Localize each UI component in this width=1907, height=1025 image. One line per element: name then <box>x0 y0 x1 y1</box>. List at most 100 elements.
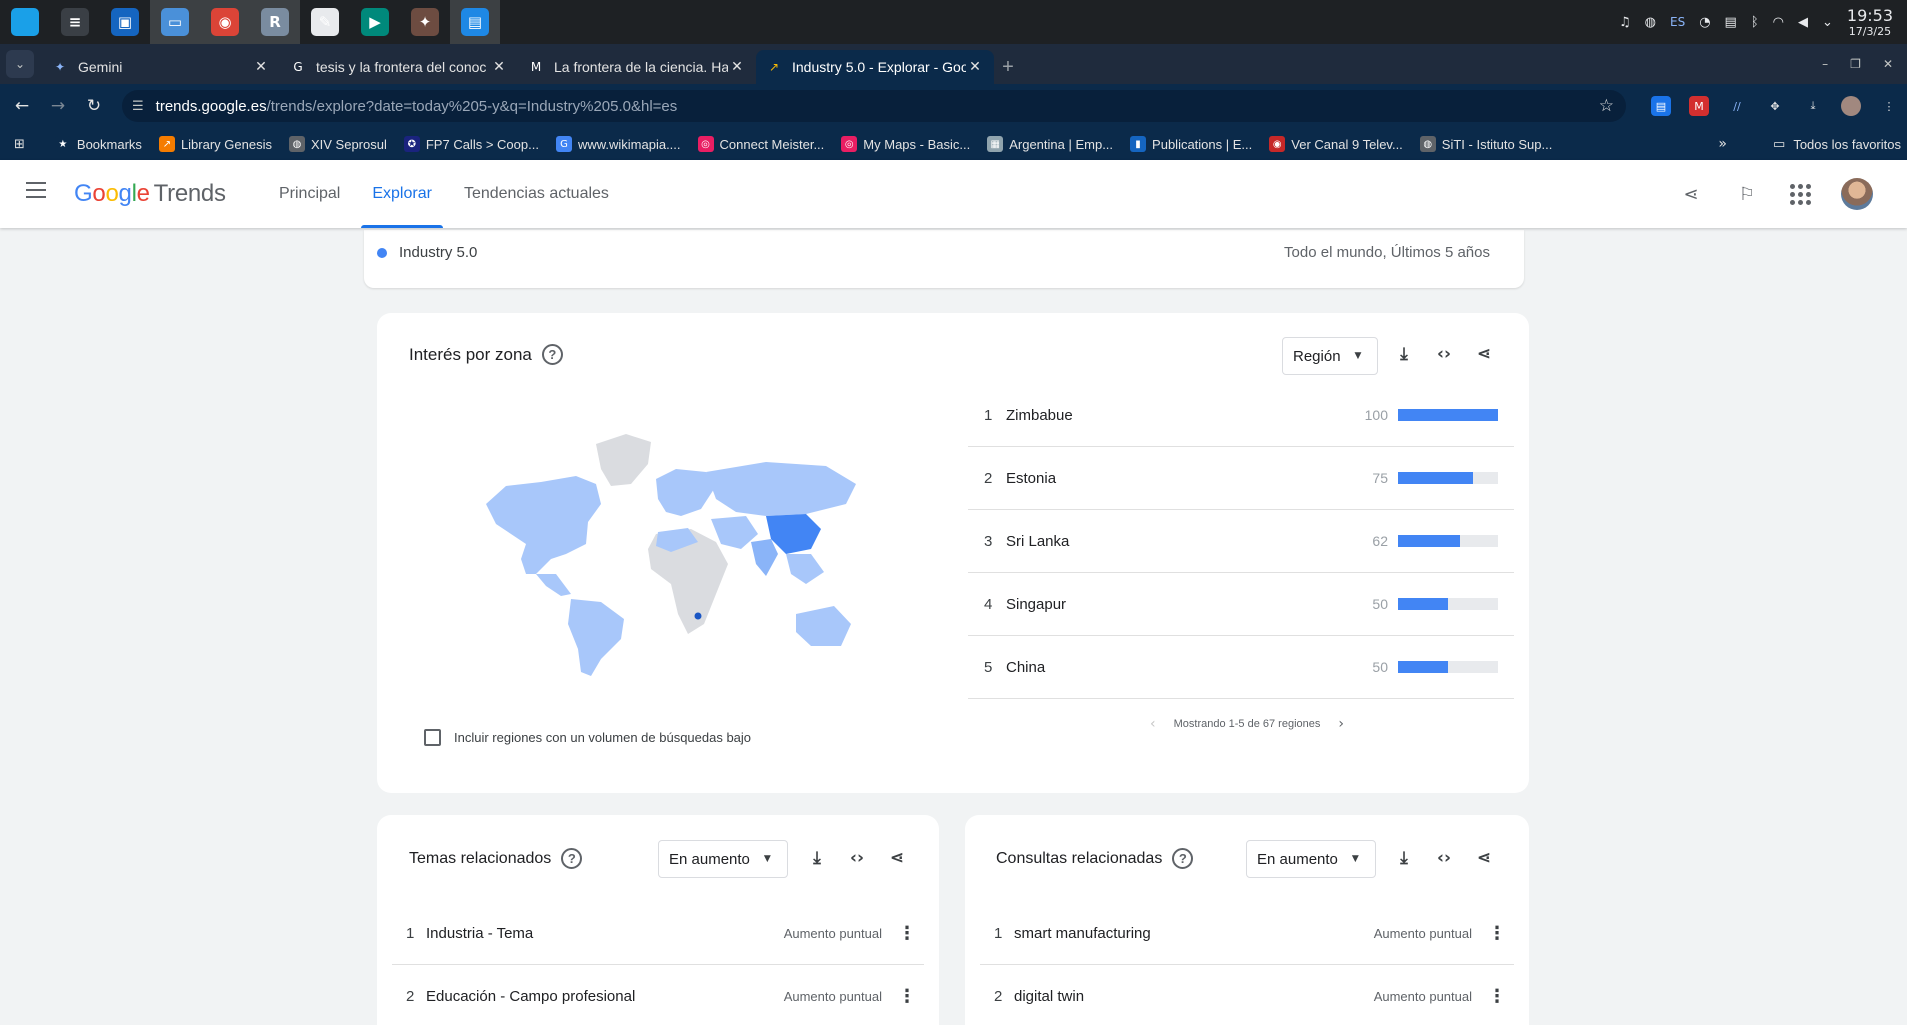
notification-icon[interactable]: ♫ <box>1619 15 1631 30</box>
browser-tab[interactable]: ✦ Gemini ✕ <box>42 50 280 84</box>
reload-button[interactable]: ↻ <box>76 96 112 116</box>
browser-tab[interactable]: Gtesis y la frontera del conoc ✕ <box>280 50 518 84</box>
close-tab-icon[interactable]: ✕ <box>966 59 984 75</box>
more-bookmarks-icon[interactable]: » <box>1718 128 1727 160</box>
meet-launcher[interactable]: ▶ <box>350 0 400 44</box>
embed-icon[interactable]: ‹› <box>1433 848 1455 868</box>
bookmark-item[interactable]: ◎ My Maps - Basic... <box>841 136 970 152</box>
wifi-icon[interactable]: ◠ <box>1773 15 1784 30</box>
share-icon[interactable]: ⋖ <box>1473 344 1495 364</box>
map-india[interactable] <box>751 539 778 576</box>
google-trends-logo[interactable]: Google Trends <box>74 180 226 208</box>
main-menu-icon[interactable] <box>26 182 46 203</box>
bookmark-item[interactable]: ◎ Connect Meister... <box>697 136 824 152</box>
close-tab-icon[interactable]: ✕ <box>728 59 746 75</box>
panel-settings-launcher[interactable]: ≡ <box>50 0 100 44</box>
related-topic-row[interactable]: 1 Industria - Tema Aumento puntual ⋮ <box>392 902 924 965</box>
account-avatar[interactable] <box>1841 178 1873 210</box>
browser-menu-icon[interactable]: ⋮ <box>1879 96 1899 116</box>
files-launcher[interactable]: ▭ <box>150 0 200 44</box>
editor-launcher[interactable]: ✎ <box>300 0 350 44</box>
google-apps-icon[interactable] <box>1790 183 1811 205</box>
more-options-icon[interactable]: ⋮ <box>1488 923 1506 944</box>
map-north-america[interactable] <box>486 476 601 574</box>
close-tab-icon[interactable]: ✕ <box>490 59 508 75</box>
close-window-icon[interactable]: ✕ <box>1883 57 1893 71</box>
browser-tab[interactable]: ↗ Industry 5.0 - Explorar - Goo ✕ <box>756 50 994 84</box>
help-icon[interactable]: ? <box>541 344 563 365</box>
address-bar[interactable]: ☰ trends.google.es/trends/explore?date=t… <box>122 90 1626 122</box>
bookmark-item[interactable]: ↗ Library Genesis <box>158 136 272 152</box>
region-dropdown[interactable]: Región ▼ <box>1282 337 1378 375</box>
embed-icon[interactable]: ‹› <box>1433 344 1455 364</box>
embed-icon[interactable]: ‹› <box>846 848 868 868</box>
map-zimbabwe[interactable] <box>694 612 702 620</box>
search-term[interactable]: Industry 5.0 <box>399 244 477 261</box>
related-topics-dropdown[interactable]: En aumento ▼ <box>658 840 788 878</box>
all-bookmarks-button[interactable]: ▭ Todos los favoritos <box>1773 128 1907 160</box>
next-page-icon[interactable]: › <box>1338 716 1344 732</box>
related-queries-dropdown[interactable]: En aumento ▼ <box>1246 840 1376 878</box>
back-button[interactable]: ← <box>4 96 40 116</box>
bookmark-item[interactable]: ◍ XIV Seprosul <box>288 136 387 152</box>
related-topic-row[interactable]: 2 Educación - Campo profesional Aumento pu… <box>392 965 924 1025</box>
tab-principal[interactable]: Principal <box>268 160 351 228</box>
bookmark-star-icon[interactable]: ☆ <box>1599 96 1614 116</box>
forward-button[interactable]: → <box>40 96 76 116</box>
tab-tendencias-actuales[interactable]: Tendencias actuales <box>453 160 620 228</box>
new-tab-button[interactable]: + <box>994 50 1022 84</box>
low-volume-checkbox[interactable]: Incluir regiones con un volumen de búsqu… <box>424 729 751 746</box>
apple-launcher[interactable] <box>0 0 50 44</box>
related-query-row[interactable]: 1 smart manufacturing Aumento puntual ⋮ <box>980 902 1514 965</box>
maximize-icon[interactable]: ❐ <box>1850 57 1861 71</box>
region-row[interactable]: 3 Sri Lanka 62 <box>968 510 1514 573</box>
docs-extension-icon[interactable]: ▤ <box>1651 96 1671 116</box>
map-russia[interactable] <box>706 462 856 516</box>
region-row[interactable]: 5 China 50 <box>968 636 1514 699</box>
more-options-icon[interactable]: ⋮ <box>898 923 916 944</box>
bookmark-item[interactable]: ◍ SiTI - Istituto Sup... <box>1419 136 1552 152</box>
tab-explorar[interactable]: Explorar <box>361 160 443 228</box>
downloads-icon[interactable]: ⤓ <box>1803 96 1823 116</box>
volume-icon[interactable]: ◀ <box>1798 15 1808 30</box>
bookmark-item[interactable]: Gwww.wikimapia.... <box>555 136 681 152</box>
browser-tab[interactable]: M La frontera de la ciencia. Ha ✕ <box>518 50 756 84</box>
apps-grid-icon[interactable]: ⊞ <box>14 137 25 152</box>
bookmark-item[interactable]: ▮ Publications | E... <box>1130 136 1252 152</box>
site-info-icon[interactable]: ☰ <box>132 99 144 114</box>
map-central-america[interactable] <box>536 574 571 596</box>
map-europe[interactable] <box>656 469 714 516</box>
clock[interactable]: 19:53 17/3/25 <box>1847 6 1893 38</box>
prev-page-icon[interactable]: ‹ <box>1150 716 1156 732</box>
more-options-icon[interactable]: ⋮ <box>1488 986 1506 1007</box>
vpn-icon[interactable]: ◍ <box>1645 15 1656 30</box>
extensions-puzzle-icon[interactable]: ✥ <box>1765 96 1785 116</box>
gimp-launcher[interactable]: ✦ <box>400 0 450 44</box>
profile-avatar[interactable] <box>1841 96 1861 116</box>
map-southeast-asia[interactable] <box>786 554 824 584</box>
help-icon[interactable]: ? <box>561 848 583 869</box>
tab-search-button[interactable]: ⌄ <box>6 50 34 78</box>
map-greenland[interactable] <box>596 434 651 486</box>
tray-expand-icon[interactable]: ⌄ <box>1822 15 1833 30</box>
store-launcher[interactable]: ▣ <box>100 0 150 44</box>
map-south-america[interactable] <box>568 599 624 676</box>
chrome-launcher[interactable]: ◉ <box>200 0 250 44</box>
download-icon[interactable]: ⤓ <box>806 848 828 868</box>
bookmark-item[interactable]: ◉ Ver Canal 9 Telev... <box>1269 136 1403 152</box>
world-map[interactable] <box>466 424 866 676</box>
related-query-row[interactable]: 2 digital twin Aumento puntual ⋮ <box>980 965 1514 1025</box>
share-icon[interactable]: ⋖ <box>1678 184 1704 205</box>
close-tab-icon[interactable]: ✕ <box>252 59 270 75</box>
checkbox-box[interactable] <box>424 729 441 746</box>
share-icon[interactable]: ⋖ <box>886 848 908 868</box>
region-row[interactable]: 1 Zimbabue 100 <box>968 384 1514 447</box>
region-row[interactable]: 4 Singapur 50 <box>968 573 1514 636</box>
map-middle-east[interactable] <box>711 516 758 549</box>
share-icon[interactable]: ⋖ <box>1473 848 1495 868</box>
map-australia[interactable] <box>796 606 851 646</box>
bookmark-item[interactable]: ★ Bookmarks <box>54 136 142 152</box>
r-launcher[interactable]: R <box>250 0 300 44</box>
analytics-extension-icon[interactable]: ∕∕ <box>1727 96 1747 116</box>
bluetooth-icon[interactable]: ᛒ <box>1751 15 1759 30</box>
